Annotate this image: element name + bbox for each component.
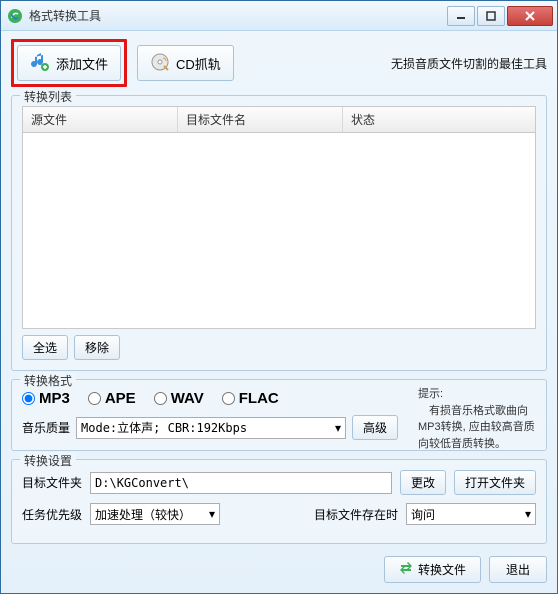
window-title: 格式转换工具 xyxy=(29,7,447,24)
convert-list-legend: 转换列表 xyxy=(20,88,76,105)
col-status[interactable]: 状态 xyxy=(343,107,535,132)
chevron-down-icon: ▾ xyxy=(209,507,215,521)
quality-row: 音乐质量 Mode:立体声; CBR:192Kbps ▾ 高级 xyxy=(22,415,416,440)
change-button[interactable]: 更改 xyxy=(400,470,446,495)
add-file-button[interactable]: 添加文件 xyxy=(17,45,121,81)
list-actions: 全选 移除 xyxy=(22,335,536,360)
radio-mp3-input[interactable] xyxy=(22,392,35,405)
minimize-button[interactable] xyxy=(447,6,475,26)
music-add-icon xyxy=(30,52,50,75)
target-folder-input[interactable] xyxy=(90,472,392,494)
app-window: 格式转换工具 添加文件 CD抓轨 无损音质文 xyxy=(0,0,558,594)
format-legend: 转换格式 xyxy=(20,372,76,389)
tip-text: 有损音乐格式歌曲向MP3转换, 应由较高音质向较低音质转换。 xyxy=(418,403,536,453)
select-all-button[interactable]: 全选 xyxy=(22,335,68,360)
subtitle: 无损音质文件切割的最佳工具 xyxy=(391,55,547,72)
format-options: MP3 APE WAV FLAC xyxy=(22,390,416,407)
exit-button[interactable]: 退出 xyxy=(489,556,547,583)
priority-select[interactable]: 加速处理（较快） ▾ xyxy=(90,503,220,525)
settings-legend: 转换设置 xyxy=(20,452,76,469)
radio-ape-input[interactable] xyxy=(88,392,101,405)
toolbar: 添加文件 CD抓轨 无损音质文件切割的最佳工具 xyxy=(11,39,547,87)
app-icon xyxy=(7,8,23,24)
list-header: 源文件 目标文件名 状态 xyxy=(22,106,536,133)
exists-label: 目标文件存在时 xyxy=(314,506,398,523)
advanced-button[interactable]: 高级 xyxy=(352,415,398,440)
radio-flac[interactable]: FLAC xyxy=(222,390,279,407)
col-source[interactable]: 源文件 xyxy=(23,107,178,132)
tip-box: 提示: 有损音乐格式歌曲向MP3转换, 应由较高音质向较低音质转换。 xyxy=(418,386,536,452)
col-target[interactable]: 目标文件名 xyxy=(178,107,343,132)
list-body[interactable] xyxy=(22,133,536,329)
add-file-label: 添加文件 xyxy=(56,54,108,73)
format-group: 转换格式 MP3 APE WAV FLAC 音乐质量 Mode:立体声; CBR… xyxy=(11,379,547,451)
chevron-down-icon: ▾ xyxy=(335,421,341,435)
quality-select[interactable]: Mode:立体声; CBR:192Kbps ▾ xyxy=(76,417,346,439)
remove-button[interactable]: 移除 xyxy=(74,335,120,360)
priority-exists-row: 任务优先级 加速处理（较快） ▾ 目标文件存在时 询问 ▾ xyxy=(22,503,536,525)
cd-rip-label: CD抓轨 xyxy=(176,54,221,73)
convert-arrows-icon xyxy=(399,561,413,578)
quality-label: 音乐质量 xyxy=(22,419,70,436)
titlebar: 格式转换工具 xyxy=(1,1,557,31)
convert-button[interactable]: 转换文件 xyxy=(384,556,481,583)
exists-select[interactable]: 询问 ▾ xyxy=(406,503,536,525)
content-area: 添加文件 CD抓轨 无损音质文件切割的最佳工具 转换列表 源文件 目标文件名 状… xyxy=(1,31,557,593)
maximize-button[interactable] xyxy=(477,6,505,26)
cd-rip-button[interactable]: CD抓轨 xyxy=(137,45,234,81)
radio-wav-input[interactable] xyxy=(154,392,167,405)
radio-mp3[interactable]: MP3 xyxy=(22,390,70,407)
highlight-annotation: 添加文件 xyxy=(11,39,127,87)
settings-group: 转换设置 目标文件夹 更改 打开文件夹 任务优先级 加速处理（较快） ▾ 目标文… xyxy=(11,459,547,544)
priority-label: 任务优先级 xyxy=(22,506,82,523)
window-controls xyxy=(447,6,553,26)
chevron-down-icon: ▾ xyxy=(525,507,531,521)
target-folder-row: 目标文件夹 更改 打开文件夹 xyxy=(22,470,536,495)
radio-wav[interactable]: WAV xyxy=(154,390,204,407)
cd-icon xyxy=(150,52,170,75)
target-folder-label: 目标文件夹 xyxy=(22,474,82,491)
footer: 转换文件 退出 xyxy=(11,552,547,583)
radio-flac-input[interactable] xyxy=(222,392,235,405)
radio-ape[interactable]: APE xyxy=(88,390,136,407)
convert-list-group: 转换列表 源文件 目标文件名 状态 全选 移除 xyxy=(11,95,547,371)
close-button[interactable] xyxy=(507,6,553,26)
open-folder-button[interactable]: 打开文件夹 xyxy=(454,470,536,495)
tip-label: 提示: xyxy=(418,386,536,403)
